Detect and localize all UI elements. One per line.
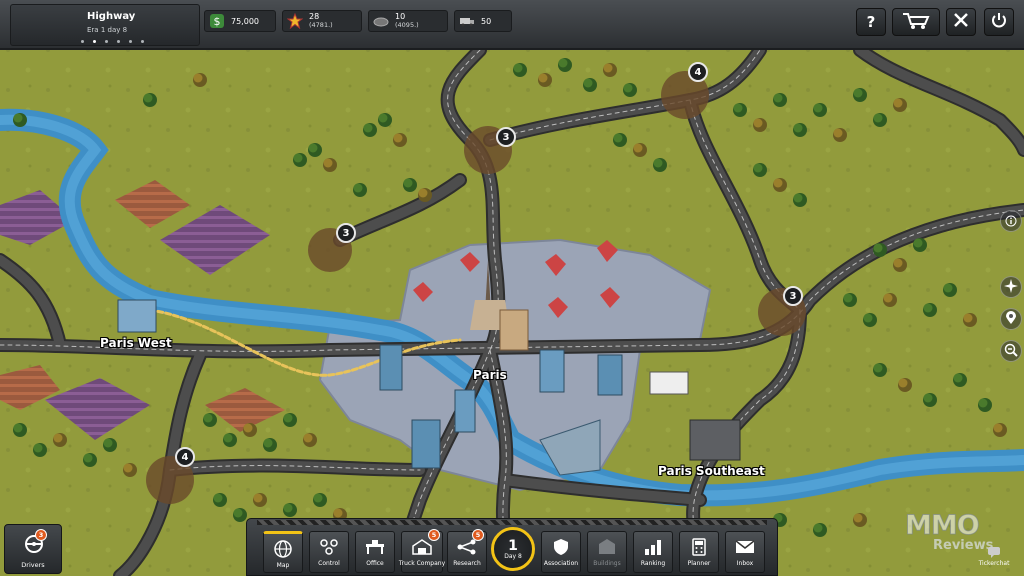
nav-planner-label: Planner	[687, 560, 711, 567]
mmo-reviews-watermark: MMO Reviews	[905, 510, 994, 554]
truck-icon	[457, 11, 477, 31]
star-icon	[285, 11, 305, 31]
money-icon: $	[207, 11, 227, 31]
company-panel[interactable]: Highway Era 1 day 8	[10, 4, 200, 46]
era-day: Era 1 day 8	[87, 26, 128, 34]
globe-icon	[273, 539, 293, 559]
site-badge[interactable]: 3	[783, 286, 803, 306]
truck-company-badge: 5	[428, 529, 440, 541]
nav-truck-company[interactable]: Truck Company 5	[398, 529, 446, 573]
control-icon	[318, 537, 340, 557]
nav-buildings-label: Buildings	[593, 560, 621, 567]
buildings-icon	[596, 537, 618, 557]
city-label-paris-southeast[interactable]: Paris Southeast	[658, 464, 765, 478]
page-dot	[117, 40, 120, 43]
bottom-nav: Map Control Office Truck Company 5 Resea…	[246, 518, 778, 576]
location-button[interactable]	[1000, 308, 1022, 330]
shield-icon	[552, 537, 570, 557]
nav-research[interactable]: Research 5	[447, 529, 487, 573]
nav-office[interactable]: Office	[355, 531, 395, 573]
help-button[interactable]: ?	[856, 8, 886, 36]
nav-inbox-label: Inbox	[736, 560, 754, 567]
svg-text:$: $	[214, 15, 221, 28]
tickerchat-label: Tickerchat	[978, 560, 1010, 567]
nav-control-label: Control	[318, 560, 340, 567]
drivers-badge: 3	[35, 529, 47, 541]
trucks-value: 50	[481, 16, 492, 26]
money-display[interactable]: $ 75,000	[204, 10, 276, 32]
day-number: 1	[508, 537, 518, 554]
tickerchat-button[interactable]: Tickerchat	[968, 546, 1020, 574]
page-dot	[105, 40, 108, 43]
pin-icon	[1005, 310, 1017, 329]
watermark-line1: MMO	[905, 510, 981, 542]
compass-button[interactable]	[1000, 276, 1022, 298]
site-badge[interactable]: 3	[336, 223, 356, 243]
page-dot	[141, 40, 144, 43]
game-screen: Highway Era 1 day 8 $ 75,000 28(4781.)	[0, 0, 1024, 576]
stars-sub: (4781.)	[309, 21, 333, 29]
page-dot	[81, 40, 84, 43]
company-name: Highway	[87, 11, 136, 22]
city-label-paris-west[interactable]: Paris West	[100, 336, 172, 350]
handshake-icon	[371, 11, 391, 31]
hazard-stripe	[257, 520, 767, 525]
money-value: 75,000	[231, 16, 259, 26]
stars-display[interactable]: 28 (4781.)	[282, 10, 362, 32]
page-dot	[129, 40, 132, 43]
nav-research-label: Research	[453, 560, 481, 567]
stars-value: 28	[309, 12, 320, 21]
site-badge[interactable]: 4	[175, 447, 195, 467]
nav-association[interactable]: Association	[541, 531, 581, 573]
bar-chart-icon	[643, 537, 663, 557]
envelope-icon	[735, 537, 755, 557]
day-label: Day 8	[504, 552, 522, 560]
cart-icon	[901, 10, 931, 34]
desk-icon	[364, 537, 386, 557]
info-icon	[1005, 212, 1017, 231]
nav-control[interactable]: Control	[309, 531, 349, 573]
site-badge[interactable]: 3	[496, 127, 516, 147]
drivers-label: Drivers	[21, 561, 45, 569]
world-map[interactable]	[0, 0, 1024, 576]
nav-association-label: Association	[543, 560, 579, 567]
page-dots	[81, 40, 144, 43]
nav-office-label: Office	[366, 560, 384, 567]
nav-truck-company-label: Truck Company	[398, 560, 446, 567]
nav-inbox[interactable]: Inbox	[725, 531, 765, 573]
site-badge[interactable]: 4	[688, 62, 708, 82]
reputation-display[interactable]: 10 (4095.)	[368, 10, 448, 32]
reputation-value: 10	[395, 12, 406, 21]
nav-planner[interactable]: Planner	[679, 531, 719, 573]
nav-buildings[interactable]: Buildings	[587, 531, 627, 573]
nav-map[interactable]: Map	[263, 531, 303, 573]
drivers-button[interactable]: 3 Drivers	[4, 524, 62, 574]
zoom-out-button[interactable]	[1000, 340, 1022, 362]
power-icon	[990, 11, 1008, 33]
chat-icon	[987, 546, 1001, 560]
tools-icon	[952, 11, 970, 33]
settings-button[interactable]	[946, 8, 976, 36]
research-badge: 5	[472, 529, 484, 541]
calculator-icon	[691, 537, 707, 557]
trucks-display[interactable]: 50	[454, 10, 512, 32]
nav-ranking[interactable]: Ranking	[633, 531, 673, 573]
page-dot-active	[93, 40, 96, 43]
day-clock[interactable]: 1 Day 8	[491, 527, 535, 571]
compass-icon	[1004, 278, 1018, 297]
reputation-sub: (4095.)	[395, 21, 419, 29]
info-button[interactable]	[1000, 210, 1022, 232]
power-button[interactable]	[984, 8, 1014, 36]
shop-button[interactable]	[892, 8, 940, 36]
nav-ranking-label: Ranking	[640, 560, 666, 567]
top-bar: Highway Era 1 day 8 $ 75,000 28(4781.)	[0, 0, 1024, 50]
city-label-paris[interactable]: Paris	[473, 368, 507, 382]
nav-map-label: Map	[276, 562, 290, 569]
zoom-out-icon	[1004, 342, 1018, 361]
